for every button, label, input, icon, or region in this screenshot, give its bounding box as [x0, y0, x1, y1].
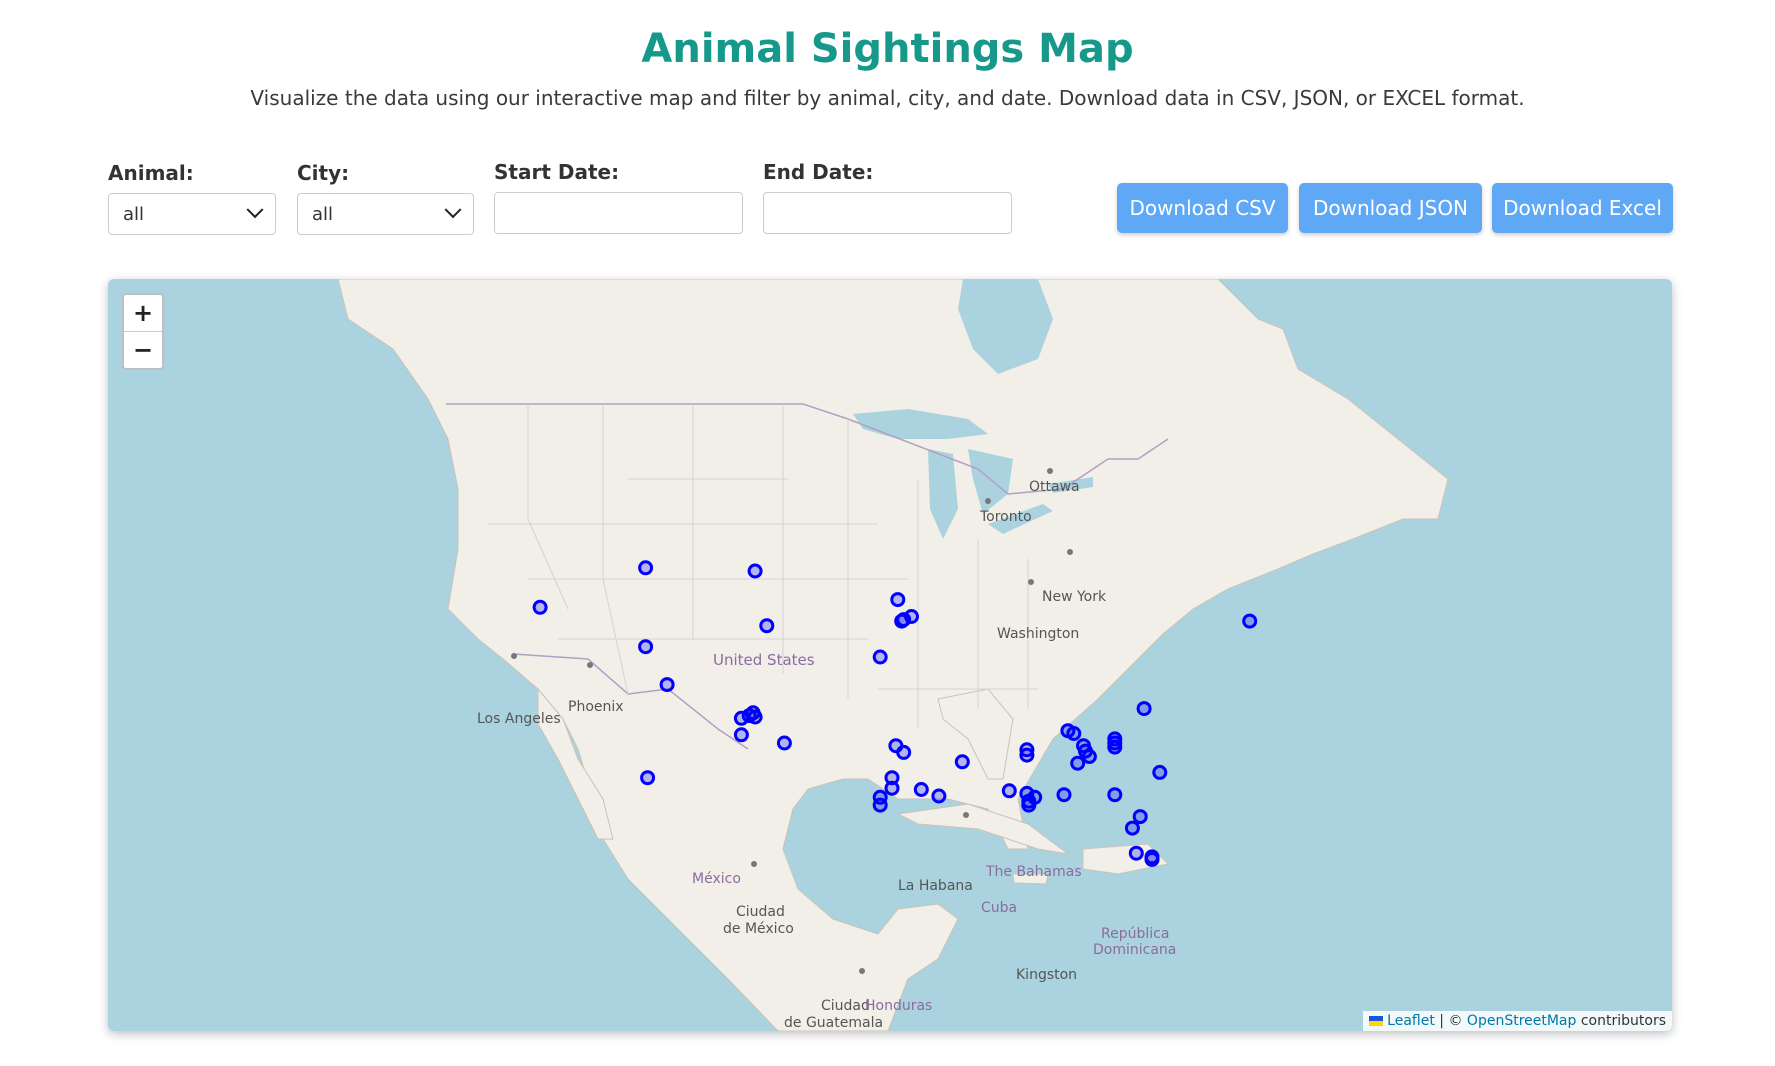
sighting-marker[interactable]: [638, 639, 654, 655]
sighting-marker[interactable]: [890, 592, 906, 608]
end-date-input[interactable]: [763, 192, 1012, 234]
zoom-in-button[interactable]: +: [124, 295, 162, 332]
start-date-input[interactable]: [494, 192, 743, 234]
sighting-marker[interactable]: [1070, 755, 1086, 771]
animal-select-value: all: [123, 203, 145, 225]
sighting-marker[interactable]: [1066, 726, 1082, 741]
city-select[interactable]: all: [297, 193, 474, 235]
sighting-marker[interactable]: [640, 770, 656, 786]
label-toronto: Toronto: [979, 509, 1032, 525]
sighting-marker[interactable]: [872, 797, 888, 813]
attribution-separator: | ©: [1439, 1013, 1463, 1029]
sighting-marker[interactable]: [747, 563, 763, 579]
sighting-marker[interactable]: [1132, 809, 1148, 825]
sighting-marker[interactable]: [896, 744, 912, 760]
osm-link[interactable]: OpenStreetMap: [1467, 1013, 1576, 1029]
sighting-marker[interactable]: [1081, 749, 1097, 764]
label-republica: República: [1101, 926, 1169, 942]
sighting-marker[interactable]: [1056, 787, 1072, 803]
sighting-marker[interactable]: [532, 599, 548, 615]
label-dominicana: Dominicana: [1093, 942, 1176, 958]
sighting-marker[interactable]: [733, 727, 749, 743]
sighting-marker[interactable]: [1136, 701, 1152, 717]
leaflet-link[interactable]: Leaflet: [1387, 1013, 1435, 1029]
animal-filter: Animal: all: [108, 161, 276, 235]
zoom-out-button[interactable]: −: [124, 332, 162, 368]
sighting-marker[interactable]: [759, 618, 775, 634]
end-date-label: End Date:: [763, 160, 874, 184]
map-base: Ottawa Toronto New York Washington Unite…: [337, 279, 1449, 1031]
label-la-habana: La Habana: [898, 878, 973, 894]
download-excel-button[interactable]: Download Excel: [1492, 183, 1673, 233]
start-date-label: Start Date:: [494, 160, 620, 184]
label-ciudad-de: Ciudad: [736, 904, 785, 920]
download-json-button[interactable]: Download JSON: [1299, 183, 1482, 233]
label-ciudad-guatemala-2: de Guatemala: [784, 1015, 883, 1031]
label-de-mexico: de México: [723, 921, 794, 937]
sighting-marker[interactable]: [884, 780, 900, 796]
cuba-land: [896, 803, 1069, 855]
north-america-land: [337, 279, 1449, 1031]
sighting-marker[interactable]: [659, 677, 675, 693]
sighting-marker[interactable]: [1124, 820, 1140, 836]
sighting-marker[interactable]: [872, 649, 888, 665]
label-united-states: United States: [713, 651, 815, 669]
label-mexico: México: [692, 871, 741, 887]
label-cuba: Cuba: [981, 900, 1017, 916]
label-bahamas: The Bahamas: [985, 864, 1082, 880]
zoom-control: + −: [122, 293, 164, 370]
label-kingston: Kingston: [1016, 967, 1077, 983]
label-ciudad-guatemala-1: Ciudad: [821, 998, 870, 1014]
ukraine-flag-icon: [1369, 1016, 1384, 1026]
city-select-value: all: [312, 203, 334, 225]
end-date-filter: End Date:: [763, 160, 1012, 234]
map-attribution: Leaflet | © OpenStreetMap contributors: [1363, 1011, 1672, 1031]
label-phoenix: Phoenix: [568, 699, 624, 715]
animal-label: Animal:: [108, 161, 194, 185]
sighting-marker[interactable]: [1019, 747, 1035, 763]
animal-select[interactable]: all: [108, 193, 276, 235]
sighting-marker[interactable]: [931, 788, 947, 804]
sighting-marker[interactable]: [1144, 851, 1160, 867]
sighting-marker[interactable]: [776, 735, 792, 751]
sighting-marker[interactable]: [1107, 739, 1123, 755]
sighting-marker[interactable]: [1128, 845, 1144, 861]
attribution-contributors: contributors: [1580, 1013, 1666, 1029]
sighting-marker[interactable]: [1001, 783, 1017, 799]
chevron-down-icon: [444, 201, 462, 219]
city-label: City:: [297, 161, 350, 185]
sighting-marker[interactable]: [1107, 787, 1123, 803]
label-ottawa: Ottawa: [1029, 479, 1080, 495]
sighting-marker[interactable]: [1021, 797, 1037, 813]
sighting-marker[interactable]: [1242, 613, 1258, 629]
sighting-marker[interactable]: [638, 560, 654, 576]
label-honduras: Honduras: [865, 998, 932, 1014]
page-title: Animal Sightings Map: [641, 26, 1134, 72]
sighting-marker[interactable]: [733, 710, 749, 726]
sighting-marker[interactable]: [747, 709, 763, 725]
label-washington: Washington: [997, 626, 1079, 642]
sighting-marker[interactable]: [1152, 764, 1168, 780]
sighting-marker[interactable]: [913, 782, 929, 797]
label-new-york: New York: [1042, 589, 1107, 605]
city-filter: City: all: [297, 161, 474, 235]
sighting-marker[interactable]: [954, 754, 970, 770]
start-date-filter: Start Date:: [494, 160, 743, 234]
chevron-down-icon: [246, 201, 264, 219]
download-csv-button[interactable]: Download CSV: [1117, 183, 1288, 233]
page-subtitle: Visualize the data using our interactive…: [250, 86, 1525, 110]
label-los-angeles: Los Angeles: [477, 711, 561, 727]
sightings-map[interactable]: Ottawa Toronto New York Washington Unite…: [108, 279, 1672, 1031]
sighting-marker[interactable]: [894, 613, 910, 629]
